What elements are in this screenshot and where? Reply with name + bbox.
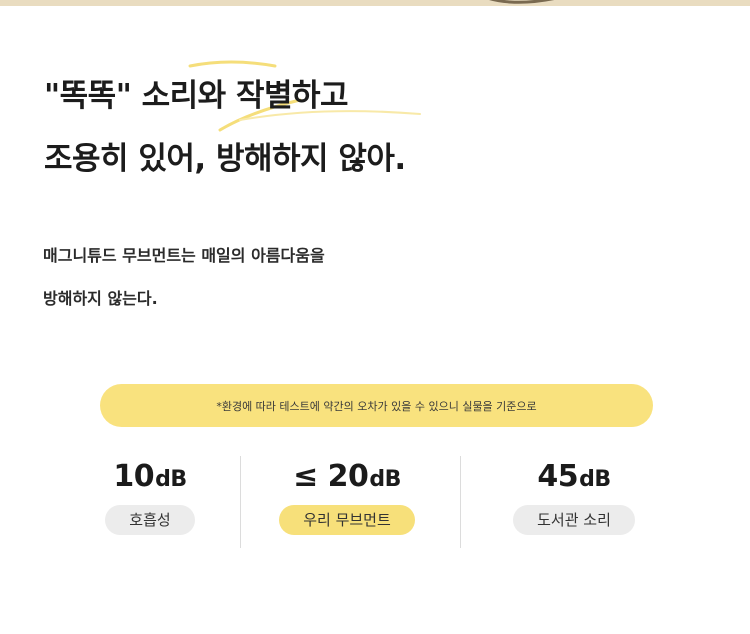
stat-divider bbox=[460, 456, 461, 548]
stat-library: 45dB 도서관 소리 bbox=[464, 455, 684, 535]
stat-unit: dB bbox=[369, 467, 401, 492]
stat-prefix: ≤ bbox=[293, 459, 328, 494]
stat-value: 10dB bbox=[40, 455, 260, 499]
stat-breathing: 10dB 호흡성 bbox=[40, 455, 260, 535]
stat-number: 10 bbox=[113, 459, 155, 494]
stat-label-pill: 도서관 소리 bbox=[513, 505, 635, 535]
top-decoration-icon bbox=[489, 0, 555, 4]
subtext-line-2: 방해하지 않는다. bbox=[43, 289, 158, 308]
stat-label-pill-highlight: 우리 무브먼트 bbox=[279, 505, 415, 535]
stat-label-pill: 호흡성 bbox=[105, 505, 195, 535]
headline-line-1: "똑똑" 소리와 작별하고 bbox=[44, 78, 349, 114]
stat-value: 45dB bbox=[464, 455, 684, 499]
stat-our-movement: ≤ 20dB 우리 무브먼트 bbox=[237, 455, 457, 535]
stat-unit: dB bbox=[579, 467, 611, 492]
stat-unit: dB bbox=[155, 467, 187, 492]
notice-text: *환경에 따라 테스트에 약간의 오차가 있을 수 있으니 실물을 기준으로 bbox=[216, 399, 537, 413]
test-notice-banner: *환경에 따라 테스트에 약간의 오차가 있을 수 있으니 실물을 기준으로 bbox=[100, 384, 653, 427]
top-image-strip bbox=[0, 0, 750, 6]
stat-value: ≤ 20dB bbox=[237, 455, 457, 499]
stat-number: 45 bbox=[537, 459, 579, 494]
stat-number: 20 bbox=[327, 459, 369, 494]
subtext-line-1: 매그니튜드 무브먼트는 매일의 아름다움을 bbox=[43, 246, 325, 265]
headline-block: "똑똑" 소리와 작별하고 조용히 있어, 방해하지 않아. bbox=[40, 60, 500, 190]
headline-line-2: 조용히 있어, 방해하지 않아. bbox=[44, 141, 406, 177]
